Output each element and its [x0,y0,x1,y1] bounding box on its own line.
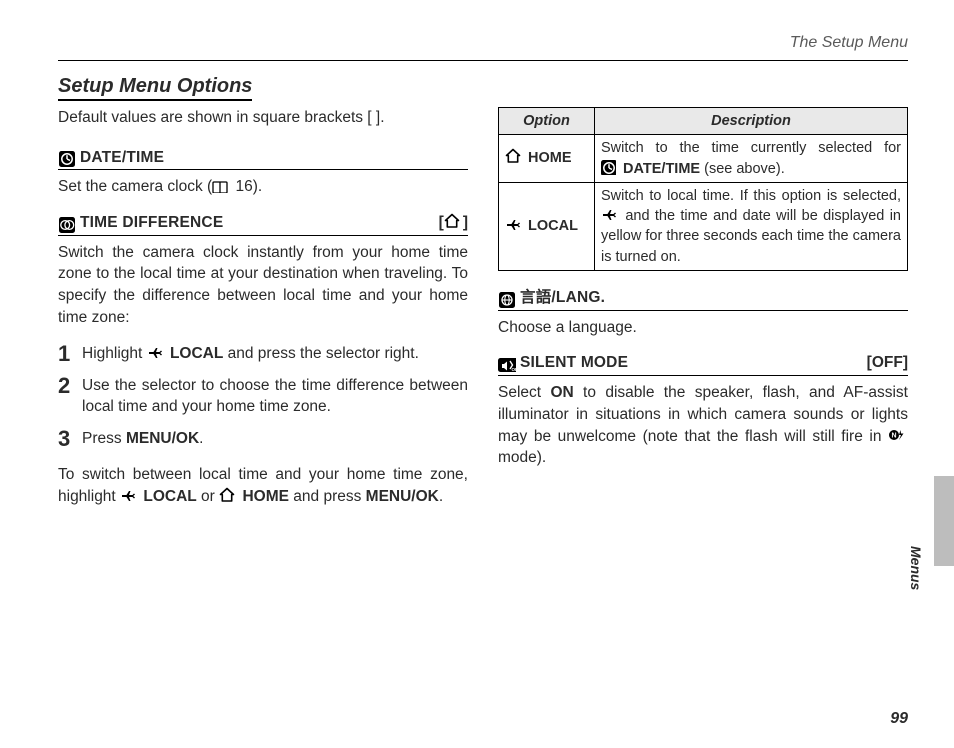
heading-silent-mode: SILENT MODE [OFF] [498,352,908,376]
date-time-body-a: Set the camera clock ( [58,178,212,195]
right-column: Option Description HOME Switch to the ti… [498,107,908,521]
home-icon [505,148,521,164]
silent-mode-label: SILENT MODE [520,352,628,374]
date-time-body: Set the camera clock ( 16). [58,176,468,198]
date-time-label: DATE/TIME [80,147,164,169]
natural-flash-icon [888,427,905,443]
intro-text: Default values are shown in square brack… [58,107,468,129]
time-difference-default: [] [439,212,468,234]
globe-icon [498,291,516,309]
silent-mode-default: [OFF] [867,352,908,374]
date-time-body-b: 16). [231,178,262,195]
table-row: LOCAL Switch to local time. If this opti… [499,182,908,270]
clock-icon [58,150,76,168]
desc-home: Switch to the time currently selected fo… [595,135,908,183]
thumb-tab [934,476,954,566]
step-1: 1 Highlight LOCAL and press the selector… [58,343,468,365]
option-home: HOME [499,135,595,183]
plane-icon [601,206,617,222]
left-column: Default values are shown in square brack… [58,107,468,521]
step-2-text: Use the selector to choose the time diff… [82,375,468,418]
step-1-text: Highlight LOCAL and press the selector r… [82,343,419,365]
side-label: Menus [908,546,924,590]
step-2-number: 2 [58,375,74,418]
th-option: Option [499,108,595,135]
plane-icon [120,487,136,503]
lang-label: 言語/LANG. [520,287,605,309]
table-row: HOME Switch to the time currently select… [499,135,908,183]
time-difference-footer: To switch between local time and your ho… [58,464,468,507]
page-number: 99 [890,710,908,728]
book-icon [212,179,228,193]
step-2: 2 Use the selector to choose the time di… [58,375,468,418]
section-title: Setup Menu Options [58,75,252,101]
clock-icon [601,160,616,175]
option-local: LOCAL [499,182,595,270]
desc-local: Switch to local time. If this option is … [595,182,908,270]
step-3-number: 3 [58,428,74,450]
steps-list: 1 Highlight LOCAL and press the selector… [58,343,468,450]
heading-time-difference: TIME DIFFERENCE [] [58,212,468,236]
silent-icon [498,356,516,374]
silent-mode-body: Select ON to disable the speaker, flash,… [498,382,908,469]
options-table: Option Description HOME Switch to the ti… [498,107,908,271]
running-head: The Setup Menu [58,34,908,52]
time-difference-para: Switch the camera clock instantly from y… [58,242,468,329]
home-icon [219,487,235,503]
th-description: Description [595,108,908,135]
heading-lang: 言語/LANG. [498,287,908,311]
step-3: 3 Press MENU/OK. [58,428,468,450]
plane-icon [505,216,521,232]
timediff-icon [58,216,76,234]
top-rule [58,60,908,61]
home-icon [444,213,460,229]
step-3-text: Press MENU/OK. [82,428,203,450]
table-header-row: Option Description [499,108,908,135]
time-difference-label: TIME DIFFERENCE [80,212,223,234]
heading-date-time: DATE/TIME [58,147,468,171]
plane-icon [147,344,163,360]
step-1-number: 1 [58,343,74,365]
lang-body: Choose a language. [498,317,908,339]
